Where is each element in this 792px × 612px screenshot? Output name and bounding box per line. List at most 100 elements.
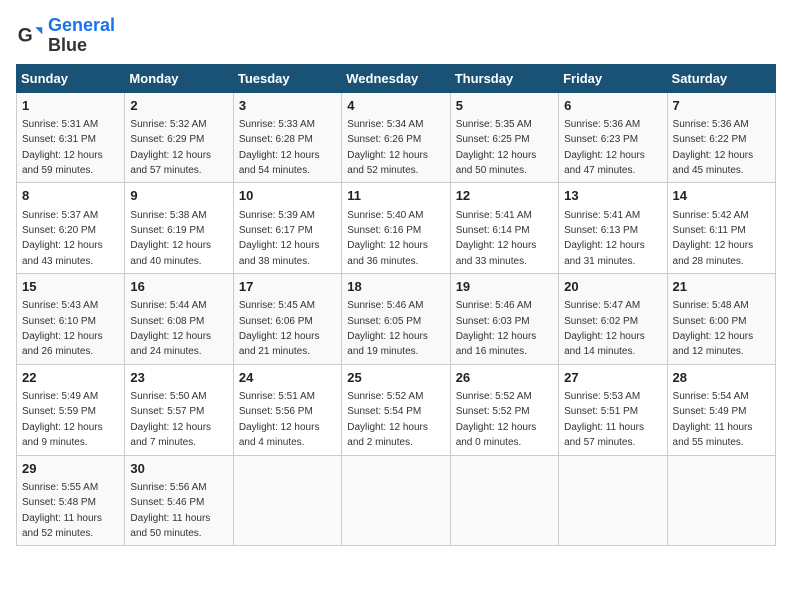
day-number: 28 [673,369,770,387]
calendar-cell: 29 Sunrise: 5:55 AM Sunset: 5:48 PM Dayl… [17,455,125,546]
day-number: 30 [130,460,227,478]
sunrise-info: Sunrise: 5:32 AM [130,119,206,130]
sunrise-info: Sunrise: 5:51 AM [239,391,315,402]
sunrise-info: Sunrise: 5:44 AM [130,300,206,311]
day-number: 3 [239,97,336,115]
sunrise-info: Sunrise: 5:41 AM [456,210,532,221]
daylight-label: Daylight: 12 hours and 47 minutes. [564,150,645,176]
sunset-info: Sunset: 6:05 PM [347,316,421,327]
day-number: 25 [347,369,444,387]
calendar-cell: 15 Sunrise: 5:43 AM Sunset: 6:10 PM Dayl… [17,274,125,365]
sunrise-info: Sunrise: 5:31 AM [22,119,98,130]
daylight-label: Daylight: 12 hours and 9 minutes. [22,422,103,448]
calendar-week-3: 15 Sunrise: 5:43 AM Sunset: 6:10 PM Dayl… [17,274,776,365]
sunrise-info: Sunrise: 5:46 AM [347,300,423,311]
calendar-week-4: 22 Sunrise: 5:49 AM Sunset: 5:59 PM Dayl… [17,364,776,455]
sunset-info: Sunset: 6:20 PM [22,225,96,236]
calendar-cell: 13 Sunrise: 5:41 AM Sunset: 6:13 PM Dayl… [559,183,667,274]
day-number: 23 [130,369,227,387]
sunrise-info: Sunrise: 5:40 AM [347,210,423,221]
calendar-cell: 25 Sunrise: 5:52 AM Sunset: 5:54 PM Dayl… [342,364,450,455]
calendar-header: SundayMondayTuesdayWednesdayThursdayFrid… [17,64,776,92]
sunrise-info: Sunrise: 5:56 AM [130,482,206,493]
calendar-cell: 9 Sunrise: 5:38 AM Sunset: 6:19 PM Dayli… [125,183,233,274]
day-number: 12 [456,187,553,205]
sunset-info: Sunset: 6:14 PM [456,225,530,236]
day-number: 17 [239,278,336,296]
calendar-cell: 5 Sunrise: 5:35 AM Sunset: 6:25 PM Dayli… [450,92,558,183]
sunset-info: Sunset: 6:13 PM [564,225,638,236]
sunrise-info: Sunrise: 5:55 AM [22,482,98,493]
sunset-info: Sunset: 6:23 PM [564,134,638,145]
day-number: 4 [347,97,444,115]
sunrise-info: Sunrise: 5:52 AM [347,391,423,402]
sunrise-info: Sunrise: 5:53 AM [564,391,640,402]
logo-icon: G [16,22,44,50]
day-number: 10 [239,187,336,205]
calendar-cell: 19 Sunrise: 5:46 AM Sunset: 6:03 PM Dayl… [450,274,558,365]
sunrise-info: Sunrise: 5:36 AM [673,119,749,130]
calendar-cell: 6 Sunrise: 5:36 AM Sunset: 6:23 PM Dayli… [559,92,667,183]
daylight-label: Daylight: 12 hours and 28 minutes. [673,240,754,266]
daylight-label: Daylight: 12 hours and 4 minutes. [239,422,320,448]
calendar-cell: 11 Sunrise: 5:40 AM Sunset: 6:16 PM Dayl… [342,183,450,274]
sunrise-info: Sunrise: 5:36 AM [564,119,640,130]
sunset-info: Sunset: 5:54 PM [347,406,421,417]
day-number: 15 [22,278,119,296]
daylight-label: Daylight: 12 hours and 36 minutes. [347,240,428,266]
sunset-info: Sunset: 5:51 PM [564,406,638,417]
sunset-info: Sunset: 6:02 PM [564,316,638,327]
sunrise-info: Sunrise: 5:39 AM [239,210,315,221]
daylight-label: Daylight: 12 hours and 14 minutes. [564,331,645,357]
sunrise-info: Sunrise: 5:35 AM [456,119,532,130]
calendar-cell: 23 Sunrise: 5:50 AM Sunset: 5:57 PM Dayl… [125,364,233,455]
day-number: 8 [22,187,119,205]
weekday-header-wednesday: Wednesday [342,64,450,92]
sunrise-info: Sunrise: 5:52 AM [456,391,532,402]
weekday-header-sunday: Sunday [17,64,125,92]
sunset-info: Sunset: 5:48 PM [22,497,96,508]
sunset-info: Sunset: 5:57 PM [130,406,204,417]
sunrise-info: Sunrise: 5:49 AM [22,391,98,402]
sunrise-info: Sunrise: 5:50 AM [130,391,206,402]
calendar-cell: 18 Sunrise: 5:46 AM Sunset: 6:05 PM Dayl… [342,274,450,365]
sunset-info: Sunset: 6:26 PM [347,134,421,145]
daylight-label: Daylight: 11 hours and 55 minutes. [673,422,753,448]
svg-text:G: G [18,25,33,46]
daylight-label: Daylight: 12 hours and 57 minutes. [130,150,211,176]
daylight-label: Daylight: 12 hours and 0 minutes. [456,422,537,448]
sunset-info: Sunset: 6:06 PM [239,316,313,327]
calendar-cell: 2 Sunrise: 5:32 AM Sunset: 6:29 PM Dayli… [125,92,233,183]
daylight-label: Daylight: 11 hours and 50 minutes. [130,513,210,539]
calendar-cell: 1 Sunrise: 5:31 AM Sunset: 6:31 PM Dayli… [17,92,125,183]
daylight-label: Daylight: 12 hours and 7 minutes. [130,422,211,448]
sunrise-info: Sunrise: 5:47 AM [564,300,640,311]
sunrise-info: Sunrise: 5:38 AM [130,210,206,221]
day-number: 2 [130,97,227,115]
daylight-label: Daylight: 12 hours and 52 minutes. [347,150,428,176]
calendar-cell: 7 Sunrise: 5:36 AM Sunset: 6:22 PM Dayli… [667,92,775,183]
daylight-label: Daylight: 12 hours and 16 minutes. [456,331,537,357]
day-number: 13 [564,187,661,205]
sunset-info: Sunset: 6:16 PM [347,225,421,236]
sunset-info: Sunset: 5:52 PM [456,406,530,417]
sunrise-info: Sunrise: 5:37 AM [22,210,98,221]
calendar-week-2: 8 Sunrise: 5:37 AM Sunset: 6:20 PM Dayli… [17,183,776,274]
day-number: 24 [239,369,336,387]
day-number: 26 [456,369,553,387]
sunset-info: Sunset: 5:49 PM [673,406,747,417]
day-number: 9 [130,187,227,205]
daylight-label: Daylight: 12 hours and 38 minutes. [239,240,320,266]
calendar-cell [667,455,775,546]
sunrise-info: Sunrise: 5:34 AM [347,119,423,130]
sunset-info: Sunset: 5:46 PM [130,497,204,508]
calendar-cell: 12 Sunrise: 5:41 AM Sunset: 6:14 PM Dayl… [450,183,558,274]
calendar-cell: 27 Sunrise: 5:53 AM Sunset: 5:51 PM Dayl… [559,364,667,455]
daylight-label: Daylight: 12 hours and 2 minutes. [347,422,428,448]
calendar-cell: 17 Sunrise: 5:45 AM Sunset: 6:06 PM Dayl… [233,274,341,365]
weekday-header-thursday: Thursday [450,64,558,92]
day-number: 16 [130,278,227,296]
calendar-cell [233,455,341,546]
weekday-header-saturday: Saturday [667,64,775,92]
sunrise-info: Sunrise: 5:45 AM [239,300,315,311]
